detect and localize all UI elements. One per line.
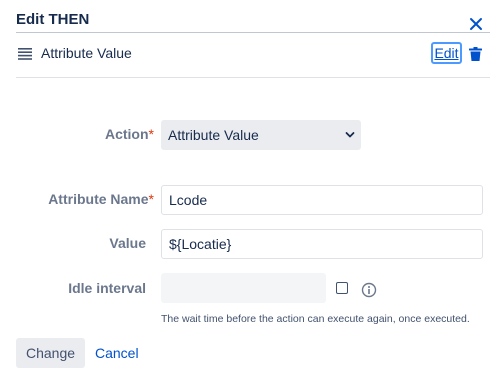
idle-interval-input[interactable] [161,273,326,303]
chevron-down-icon [345,132,355,138]
edit-link[interactable]: Edit [431,42,462,64]
cancel-link[interactable]: Cancel [95,345,139,361]
rule-row-label: Attribute Value [41,45,132,61]
header-divider [16,32,490,33]
close-icon[interactable] [468,16,484,32]
trash-icon[interactable] [469,47,482,61]
action-select-value: Attribute Value [168,127,259,143]
value-input[interactable]: ${Locatie} [161,229,483,259]
action-label: Action* [4,126,154,142]
action-label-text: Action [104,126,149,142]
row-divider [16,77,490,78]
edit-then-dialog: Edit THEN Attribute Value Edit Action* A… [0,0,500,381]
idle-interval-help: The wait time before the action can exec… [161,313,470,325]
change-button[interactable]: Change [16,338,85,368]
required-asterisk: * [148,126,154,142]
attribute-name-input[interactable]: Lcode [161,185,483,215]
attribute-name-label: Attribute Name* [4,191,154,207]
action-select[interactable]: Attribute Value [161,120,361,150]
required-asterisk: * [148,191,154,207]
idle-interval-checkbox[interactable] [336,282,348,294]
drag-handle-icon[interactable] [18,48,32,60]
idle-interval-label: Idle interval [68,280,146,296]
info-icon[interactable] [361,282,377,298]
attribute-name-label-text: Attribute Name [48,191,149,207]
dialog-title: Edit THEN [16,11,90,28]
value-label: Value [109,235,146,251]
